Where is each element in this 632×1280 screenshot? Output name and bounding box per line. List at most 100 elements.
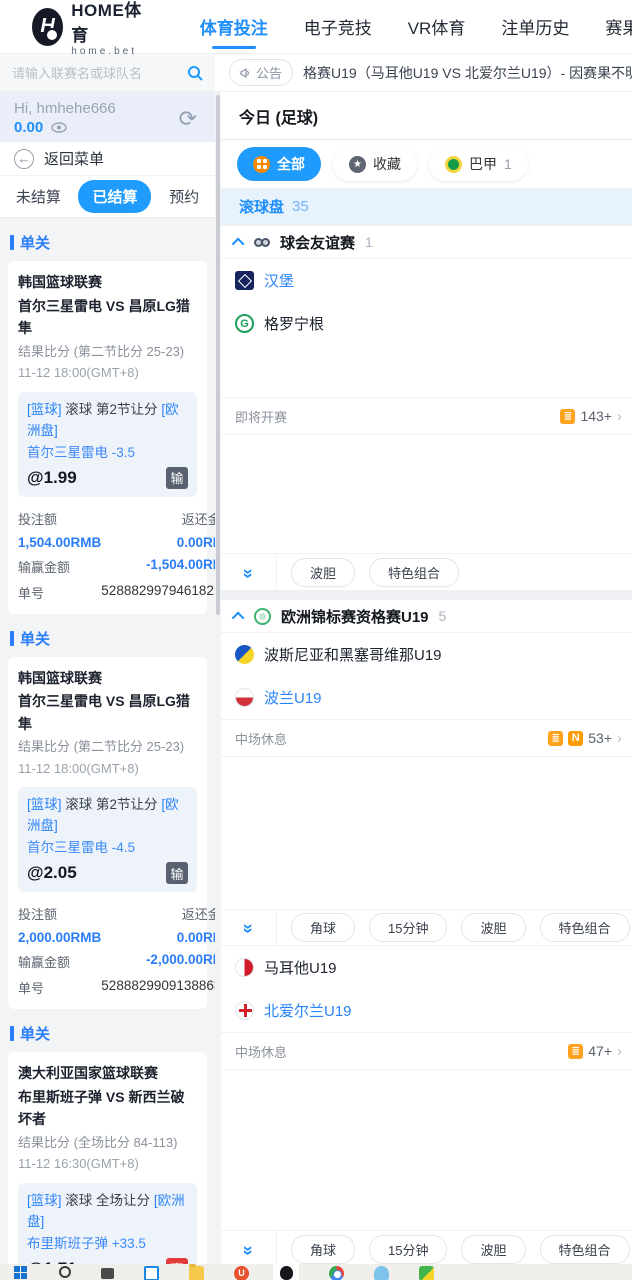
live-betting-band[interactable]: 滚球盘 35 xyxy=(221,188,632,224)
baja-league-icon xyxy=(445,155,462,173)
main-scrollbar-thumb[interactable] xyxy=(216,95,220,615)
main-nav: 体育投注 电子竞技 VR体育 注单历史 赛果 xyxy=(200,0,632,53)
green-app-icon[interactable] xyxy=(419,1266,434,1280)
nav-vr[interactable]: VR体育 xyxy=(408,0,466,53)
correct-score-button[interactable]: 波胆 xyxy=(291,557,356,587)
back-to-menu[interactable]: ← 返回菜单 xyxy=(0,142,215,176)
bet-selection: 布里斯班子弹 +33.5 xyxy=(27,1235,146,1251)
bet-time: 11-12 18:00(GMT+8) xyxy=(18,760,139,776)
bet-market-line: [篮球] 滚球 第2节让分 [欧洲盘] xyxy=(27,797,179,834)
correct-score-button[interactable]: 波胆 xyxy=(461,913,526,942)
task-view-icon[interactable] xyxy=(144,1266,159,1280)
special-combo-button[interactable]: 特色组合 xyxy=(369,557,460,587)
groningen-logo-icon: G xyxy=(235,314,254,333)
expand-more-icon[interactable]: » xyxy=(221,554,277,590)
special-combo-button[interactable]: 特色组合 xyxy=(539,1234,630,1264)
match-away-row[interactable]: 波兰U19 1 xyxy=(221,676,632,719)
league-section: 欧洲锦标赛资格赛U19 5 波斯尼亚和黑塞哥维那U19 0 波兰U19 1 中场… xyxy=(221,600,632,1264)
taskbar-search-icon[interactable] xyxy=(59,1266,71,1278)
tab-unsettled[interactable]: 未结算 xyxy=(2,180,75,213)
n-badge-icon: N xyxy=(568,730,584,746)
matches-panel: 今日 (足球) 全部 ★ 收藏 巴甲 1 滚球盘 35 球会友谊赛 1 汉堡 G… xyxy=(221,92,632,1264)
bet-match: 首尔三星雷电 VS 昌原LG猎隼 xyxy=(18,297,190,337)
bet-market-line: [篮球] 滚球 第2节让分 [欧洲盘] xyxy=(27,401,179,438)
stake-value: 1,504.00RMB xyxy=(18,534,102,550)
nav-sports[interactable]: 体育投注 xyxy=(200,0,268,53)
bet-amounts: 投注额返还金额 1,504.00RMB0.00RMB 输赢金额-1,504.00… xyxy=(18,509,215,602)
eye-icon[interactable] xyxy=(51,122,67,133)
match-home-row[interactable]: 汉堡 xyxy=(221,259,632,302)
bet-market-box: [篮球] 滚球 全场让分 [欧洲盘] 布里斯班子弹 +33.5 @1.71 赢 xyxy=(18,1182,197,1264)
corners-button[interactable]: 角球 xyxy=(291,913,356,942)
correct-score-button[interactable]: 波胆 xyxy=(461,1234,526,1264)
grid-icon xyxy=(253,155,270,173)
search-input[interactable]: 请输入联赛名或球队名 xyxy=(12,63,187,82)
bet-card[interactable]: 韩国篮球联赛 首尔三星雷电 VS 昌原LG猎隼 结果比分 (第二节比分 25-2… xyxy=(8,261,215,614)
bet-match: 首尔三星雷电 VS 昌原LG猎隼 xyxy=(18,693,190,732)
market-buttons-row: » 波胆 特色组合 xyxy=(221,553,632,590)
qq-app-tile[interactable] xyxy=(273,1264,299,1280)
settle-tabs: 未结算 已结算 预约 xyxy=(0,176,215,218)
bet-odds: @1.99 xyxy=(27,467,77,487)
bet-match: 布里斯班子弹 VS 新西兰破坏者 xyxy=(18,1088,185,1128)
chevron-right-icon: › xyxy=(617,407,622,425)
collapse-icon[interactable] xyxy=(231,611,245,624)
match-status-row[interactable]: 中场休息 ≣ N 53+ › xyxy=(221,719,632,757)
match-home-row[interactable]: 波斯尼亚和黑塞哥维那U19 0 xyxy=(221,633,632,676)
bill-number: 5288829909138863⧉ xyxy=(101,978,215,994)
single-bet-label: 单关 xyxy=(10,628,207,649)
league-header[interactable]: 球会友谊赛 1 xyxy=(221,226,632,259)
league-section: 球会友谊赛 1 汉堡 G 格罗宁根 即将开赛 ≣ 143+ › » 波胆 特色组… xyxy=(221,226,632,590)
bet-card[interactable]: 澳大利亚国家篮球联赛 布里斯班子弹 VS 新西兰破坏者 结果比分 (全场比分 8… xyxy=(8,1052,207,1264)
match-away-row[interactable]: 北爱尔兰U19 1 xyxy=(221,989,632,1032)
nav-esports[interactable]: 电子竞技 xyxy=(304,0,372,53)
orange-app-icon[interactable]: U xyxy=(234,1266,249,1280)
tab-reserved[interactable]: 预约 xyxy=(155,180,213,213)
filter-favorites[interactable]: ★ 收藏 xyxy=(333,147,417,181)
collapse-icon[interactable] xyxy=(231,237,245,250)
bet-result: 结果比分 (全场比分 84-113) xyxy=(18,1134,178,1150)
filter-all[interactable]: 全部 xyxy=(237,147,321,181)
nav-bet-history[interactable]: 注单历史 xyxy=(501,0,569,53)
user-card: Hi, hmhehe666 0.00 ⟳ xyxy=(0,92,215,142)
user-greeting: Hi, hmhehe666 xyxy=(14,100,116,117)
bet-league: 韩国篮球联赛 xyxy=(18,669,102,686)
league-header[interactable]: 欧洲锦标赛资格赛U19 5 xyxy=(221,600,632,633)
file-explorer-icon[interactable] xyxy=(189,1264,204,1280)
poland-flag-icon xyxy=(235,688,254,707)
nav-results[interactable]: 赛果 xyxy=(605,0,632,53)
bet-card[interactable]: 韩国篮球联赛 首尔三星雷电 VS 昌原LG猎隼 结果比分 (第二节比分 25-2… xyxy=(8,656,215,1010)
search-icon[interactable] xyxy=(187,65,203,81)
cloud-app-icon[interactable] xyxy=(374,1266,389,1280)
min15-button[interactable]: 15分钟 xyxy=(369,913,448,942)
market-buttons-row: » 角球 15分钟 波胆 特色组合 xyxy=(221,1230,632,1264)
friendly-league-icon xyxy=(254,237,270,247)
match-away-row[interactable]: G 格罗宁根 xyxy=(221,302,632,345)
filter-league-baja[interactable]: 巴甲 1 xyxy=(429,147,528,181)
match-status-row[interactable]: 中场休息 ≣ 47+ › xyxy=(221,1032,632,1070)
expand-more-icon[interactable]: » xyxy=(221,1231,277,1264)
markets-icon: ≣ xyxy=(560,408,576,424)
filter-chips: 全部 ★ 收藏 巴甲 1 xyxy=(221,140,632,188)
widgets-icon[interactable] xyxy=(101,1268,114,1279)
star-icon: ★ xyxy=(349,155,366,173)
refresh-icon[interactable]: ⟳ xyxy=(179,106,197,132)
windows-taskbar: U xyxy=(0,1264,632,1280)
special-combo-button[interactable]: 特色组合 xyxy=(539,913,630,942)
return-value: 0.00RMB xyxy=(176,534,215,550)
search-bar[interactable]: 请输入联赛名或球队名 xyxy=(0,54,215,92)
bet-group: 单关 澳大利亚国家篮球联赛 布里斯班子弹 VS 新西兰破坏者 结果比分 (全场比… xyxy=(0,1009,215,1264)
min15-button[interactable]: 15分钟 xyxy=(369,1234,448,1264)
bet-time: 11-12 16:30(GMT+8) xyxy=(18,1156,139,1172)
tab-settled[interactable]: 已结算 xyxy=(78,180,152,213)
announcement-pill: 公告 xyxy=(229,59,294,86)
windows-start-icon[interactable] xyxy=(14,1266,29,1280)
match-status-row[interactable]: 即将开赛 ≣ 143+ › xyxy=(221,397,632,435)
corners-button[interactable]: 角球 xyxy=(291,1234,356,1264)
malta-flag-icon xyxy=(235,958,254,977)
chrome-icon[interactable] xyxy=(329,1266,344,1280)
match-home-row[interactable]: 马耳他U19 0 xyxy=(221,946,632,989)
expand-more-icon[interactable]: » xyxy=(221,910,277,945)
bet-selection: 首尔三星雷电 -3.5 xyxy=(27,444,136,460)
logo[interactable]: H HOME体育 home.bet xyxy=(32,0,144,57)
